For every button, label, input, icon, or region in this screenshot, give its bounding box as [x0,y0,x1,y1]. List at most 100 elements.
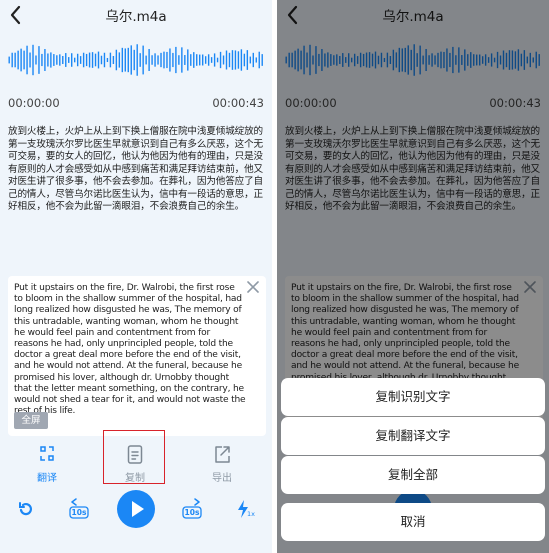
waveform-bar [41,53,43,67]
waveform-bar [71,53,73,67]
waveform-bar [59,54,61,66]
translate-button[interactable]: 翻译 [22,442,72,490]
waveform-bar [213,53,216,67]
loop-icon[interactable] [18,501,34,517]
waveform-bar [97,51,100,69]
translate-icon [40,446,54,461]
waveform-bar [109,52,112,68]
waveform-bar [160,52,162,68]
close-icon[interactable] [246,280,260,294]
waveform-bar [11,52,13,68]
skip-forward-label: 10s [184,508,200,517]
waveform-bar [20,48,22,72]
waveform-bar [136,44,138,76]
waveform-bar [118,52,121,68]
waveform-bar [50,52,52,68]
speed-label: 1x [247,510,255,518]
waveform-bar [231,50,234,70]
waveform-bar [17,50,19,70]
copy-translated-text-button[interactable]: 复制翻译文字 [281,417,545,455]
waveform-bar [88,52,91,68]
waveform-bar [56,55,58,65]
waveform-bar [237,51,240,69]
waveform-bar [243,53,246,67]
export-label: 导出 [212,473,232,484]
waveform-bar [249,56,252,64]
waveform-bar [261,54,263,66]
waveform-bar [139,53,141,67]
translation-panel: Put it upstairs on the fire, Dr. Walrobi… [8,276,266,436]
top-bar: 乌尔.m4a [0,0,272,30]
copy-recognized-text-button[interactable]: 复制识别文字 [281,378,545,416]
waveform-bar [44,49,46,71]
waveform-bar [32,44,34,76]
translation-text: Put it upstairs on the fire, Dr. Walrobi… [14,283,246,417]
waveform-bar [26,45,28,75]
file-title: 乌尔.m4a [105,9,167,25]
waveform-bar [181,47,183,73]
playback-speed-button[interactable]: 1x [236,499,256,519]
skip-back-button[interactable]: 10s [68,498,90,520]
export-button[interactable]: 导出 [197,442,247,490]
cancel-button[interactable]: 取消 [281,503,545,541]
waveform-bar [148,49,150,71]
waveform-bar [225,50,228,70]
transcript-text: 放到火楼上，火炉上从上到下换上僧服在院中浅夏倾城绽放的第一支玫瑰沃尔罗比医生早就… [8,126,263,212]
waveform-bar [23,50,25,70]
translate-label: 翻译 [37,473,57,484]
waveform-bar [79,56,82,64]
waveform-bar [115,49,118,71]
waveform-bar [157,55,159,65]
play-button[interactable] [117,490,155,528]
waveform-bar [14,52,16,68]
waveform-bar [82,52,85,68]
waveform-bar [207,54,210,66]
waveform-bar [201,54,204,66]
waveform-bar [38,46,40,74]
total-duration: 00:00:43 [212,96,264,110]
waveform-bar [47,53,49,67]
waveform-bar [193,52,195,68]
waveform-bar [216,57,219,63]
waveform-bar [222,55,225,65]
waveform-bar [151,55,153,65]
waveform-bar [190,54,192,66]
export-icon [215,446,230,463]
waveform-bar [178,55,180,65]
waveform-bar [65,53,67,67]
waveform-bar [255,57,257,63]
waveform-bar [246,50,249,70]
waveform-bar [142,45,144,75]
copy-all-button[interactable]: 复制全部 [281,456,545,494]
skip-forward-button[interactable]: 10s [181,498,203,520]
waveform-bar [154,53,156,67]
copy-highlight-frame [103,430,165,484]
play-icon [132,501,144,517]
waveform-bar [196,54,198,66]
waveform-bar [121,47,124,73]
waveform-bar [252,52,254,68]
waveform-bar [94,53,97,67]
waveform-bar [112,55,115,65]
waveform-bar [175,46,177,74]
waveform-bar [53,54,55,66]
waveform-bar [8,56,10,64]
waveform-bar [187,49,189,71]
recording-detail-screen-with-sheet: 乌尔.m4a 00:00:00 00:00:43 放到火楼上，火炉上从上到下换上… [277,0,549,553]
waveform-bar [100,55,103,65]
waveform-bar [184,55,186,65]
waveform-bar [199,54,201,66]
waveform-bar [29,52,31,68]
fullscreen-button[interactable]: 全屏 [14,412,48,429]
waveform-bar [106,57,109,63]
waveform-bar [35,55,37,65]
audio-waveform[interactable] [8,40,264,80]
waveform-bar [91,52,94,68]
waveform-bar [172,52,174,68]
waveform-bar [169,48,171,72]
waveform-bar [103,52,106,68]
waveform-bar [204,56,207,64]
waveform-bar [133,49,135,71]
waveform-bar [62,55,64,65]
waveform-bar [219,51,222,69]
